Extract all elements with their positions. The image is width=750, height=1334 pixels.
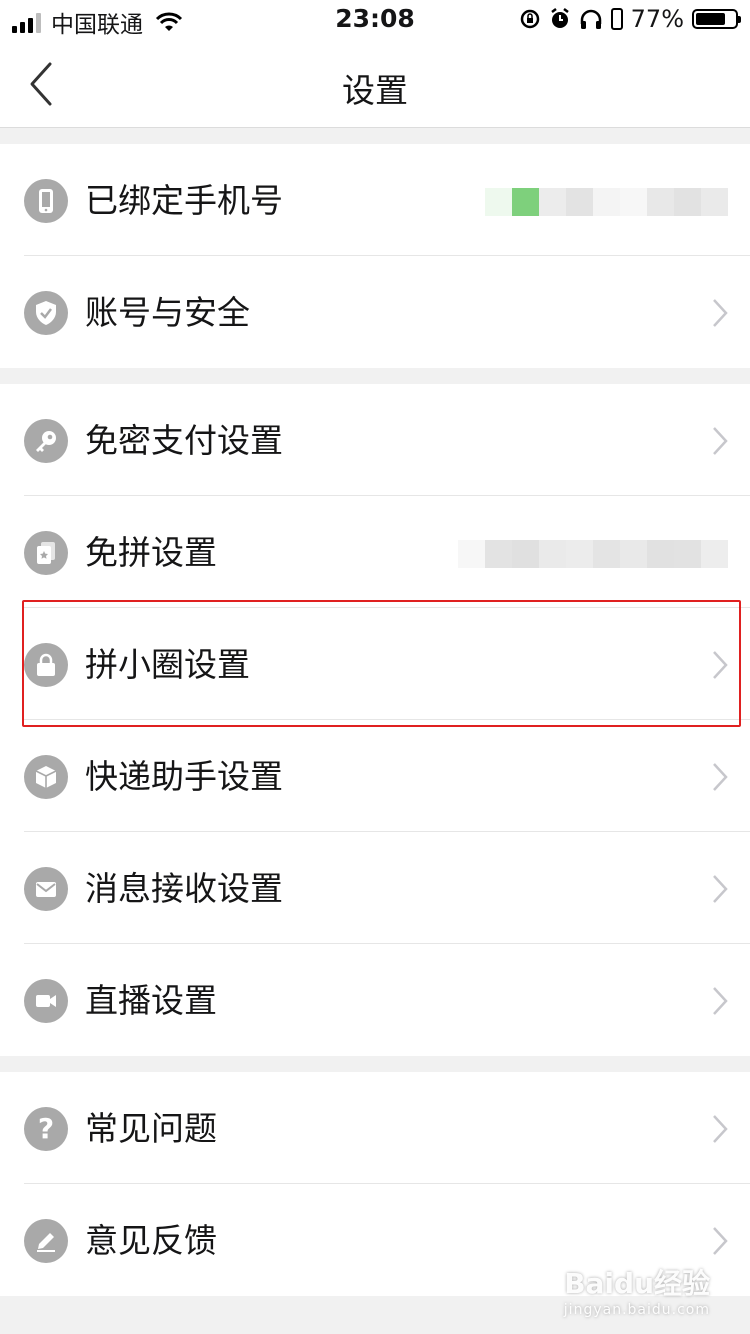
settings-row-label: 已绑定手机号 <box>85 181 283 220</box>
chevron-right-icon <box>713 1227 728 1255</box>
settings-row-express-assistant[interactable]: 快递助手设置 <box>0 720 750 832</box>
settings-row-label: 直播设置 <box>85 981 217 1020</box>
package-icon <box>24 755 68 799</box>
chevron-right-icon <box>713 299 728 327</box>
settings-row-label: 免拼设置 <box>85 533 217 572</box>
headphones-icon <box>580 9 601 29</box>
settings-row-faq[interactable]: ? 常见问题 <box>0 1072 750 1184</box>
shield-icon <box>24 291 68 335</box>
mail-icon <box>24 867 68 911</box>
settings-row-account-security[interactable]: 账号与安全 <box>0 256 750 368</box>
settings-row-bound-phone[interactable]: 已绑定手机号 <box>0 144 750 256</box>
highlight-box <box>22 600 741 727</box>
nav-bar: 设置 <box>0 40 750 128</box>
status-right: 77% <box>519 5 741 33</box>
settings-row-label: 免密支付设置 <box>85 421 283 460</box>
card-icon <box>24 531 68 575</box>
status-bar: 中国联通 23:08 77% <box>0 0 750 40</box>
chevron-right-icon <box>713 875 728 903</box>
question-icon: ? <box>24 1107 68 1151</box>
settings-row-label: 常见问题 <box>85 1109 217 1148</box>
page-title: 设置 <box>342 71 408 110</box>
edit-icon <box>24 1219 68 1263</box>
rotation-lock-icon <box>520 9 539 29</box>
battery-icon <box>692 9 741 29</box>
chevron-right-icon <box>713 987 728 1015</box>
settings-row-label: 快递助手设置 <box>85 757 283 796</box>
alarm-icon <box>550 8 569 28</box>
settings-row-label: 意见反馈 <box>85 1221 217 1260</box>
key-icon <box>24 419 68 463</box>
battery-percent: 77% <box>630 5 684 33</box>
watermark: Baidu经验 jingyan.baidu.com <box>564 1262 710 1318</box>
phone-icon <box>24 179 68 223</box>
chevron-right-icon <box>713 763 728 791</box>
settings-row-label: 账号与安全 <box>85 293 250 332</box>
settings-group-account: 已绑定手机号 账号与安全 <box>0 144 750 368</box>
watermark-text: Baidu经验 <box>564 1267 710 1300</box>
settings-row-password-free-pay[interactable]: 免密支付设置 <box>0 384 750 496</box>
chevron-right-icon <box>713 427 728 455</box>
watermark-sub: jingyan.baidu.com <box>563 1302 710 1318</box>
settings-row-live[interactable]: 直播设置 <box>0 944 750 1056</box>
video-icon <box>24 979 68 1023</box>
settings-row-group-free[interactable]: 免拼设置 <box>0 496 750 608</box>
chevron-right-icon <box>713 1115 728 1143</box>
settings-row-message-receive[interactable]: 消息接收设置 <box>0 832 750 944</box>
phone-number-value <box>485 188 728 216</box>
group-free-value <box>458 540 728 568</box>
phone-status-icon <box>610 8 623 30</box>
settings-row-label: 消息接收设置 <box>85 869 283 908</box>
